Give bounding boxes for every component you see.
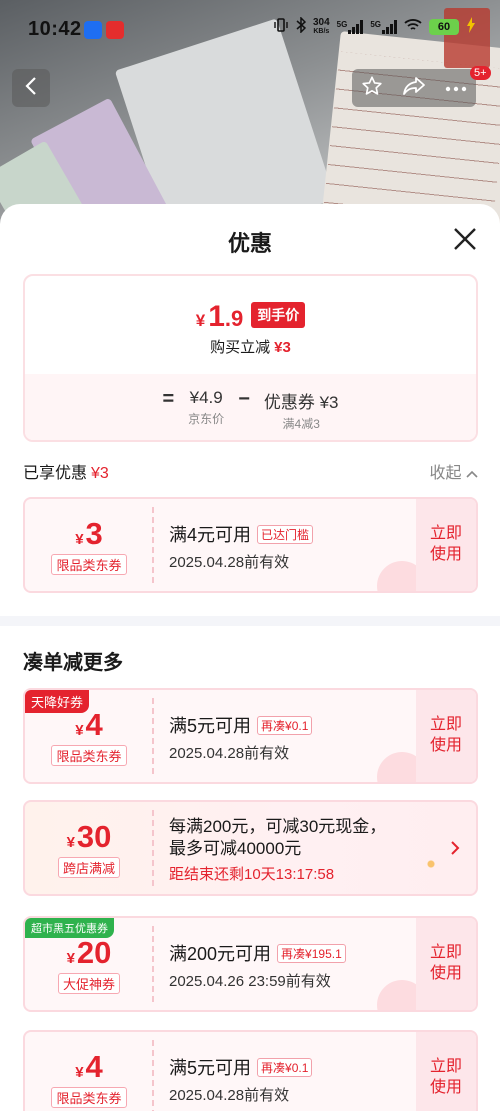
section-title: 凑单减更多 — [23, 652, 123, 674]
collapse-label: 收起 — [429, 465, 462, 482]
equals-sign: = — [162, 388, 175, 410]
promo-amount: ¥30 — [66, 818, 112, 854]
coupon-condition: 满4元可用 已达门槛 — [169, 521, 314, 547]
share-icon[interactable] — [402, 75, 426, 102]
vibrate-icon — [273, 18, 289, 35]
wifi-icon — [404, 18, 422, 35]
coupon-card: ¥4 限品类东券 满5元可用 再凑¥0.1 2025.04.28前有效 立即 使用 — [23, 1030, 478, 1111]
status-icons: 304 KB/s 5G 5G 60 — [273, 16, 476, 36]
final-price-tag: 到手价 — [251, 302, 306, 328]
price-decimal: .9 — [224, 306, 244, 331]
app-notification-icon — [84, 21, 102, 39]
coupon-validity: 2025.04.28前有效 — [169, 554, 290, 571]
battery-icon: 60 — [429, 18, 459, 35]
enjoyed-value: ¥3 — [91, 465, 109, 482]
coupon-corner-badge: 天降好券 — [25, 690, 90, 713]
base-price-label: 京东价 — [188, 412, 225, 426]
minus-sign: − — [238, 388, 250, 410]
charging-icon — [466, 17, 476, 36]
coupon-amount: ¥4 — [75, 1048, 103, 1084]
instant-discount: 购买立减 ¥3 — [25, 336, 476, 357]
net-speed: 304 — [312, 17, 330, 28]
signal-icon — [382, 19, 397, 34]
chevron-right-icon — [450, 840, 460, 861]
currency-symbol: ¥ — [195, 311, 206, 330]
base-price: ¥4.9 — [189, 388, 223, 407]
coupon-type: 大促神券 — [57, 972, 120, 994]
coupon-status-chip: 再凑¥0.1 — [257, 1057, 313, 1077]
coupon-type: 限品类东券 — [51, 1086, 127, 1108]
status-time: 10:42 — [28, 18, 82, 40]
enjoyed-label: 已享优惠 — [23, 465, 88, 482]
coupon-validity: 2025.04.28前有效 — [169, 1087, 290, 1104]
coupon-card: ¥4 限品类东券 天降好券 满5元可用 再凑¥0.1 2025.04.28前有效… — [23, 688, 478, 784]
net-speed-unit: KB/s — [313, 28, 330, 35]
promo-desc: 每满200元，可减30元现金， — [169, 817, 387, 836]
price-summary: ¥ 1 .9 到手价 购买立减 ¥3 = ¥4.9 京东价 − 优惠券 ¥3 满4… — [23, 274, 478, 442]
close-button[interactable] — [452, 226, 478, 252]
coupon-corner-badge: 超市黑五优惠券 — [25, 918, 114, 938]
signal-type: 5G — [336, 19, 348, 29]
promo-desc: 最多可减40000元 — [169, 839, 302, 859]
coupon-status-chip: 再凑¥0.1 — [257, 715, 313, 735]
use-now-button[interactable]: 立即 使用 — [416, 499, 476, 591]
coupon-status-chip: 再凑¥195.1 — [277, 943, 346, 963]
price-integer: 1 — [208, 300, 225, 333]
status-bar: 10:42 304 KB/s 5G 5G 60 — [0, 0, 500, 62]
final-price: ¥ 1 .9 到手价 — [25, 300, 476, 334]
favorite-star-icon[interactable] — [361, 75, 383, 102]
coupon-amount: ¥20 — [66, 934, 112, 970]
coupon-validity: 2025.04.26 23:59前有效 — [169, 973, 331, 990]
instant-discount-value: ¥3 — [274, 339, 291, 356]
coupon-type: 限品类东券 — [51, 553, 127, 575]
use-now-button[interactable]: 立即 使用 — [416, 690, 476, 782]
coupon-validity: 2025.04.28前有效 — [169, 745, 290, 762]
back-button[interactable] — [12, 69, 50, 107]
more-icon[interactable] — [445, 79, 467, 97]
promo-type: 跨店满减 — [57, 856, 120, 878]
sheet-title: 优惠 — [227, 231, 272, 256]
use-now-button[interactable]: 立即 使用 — [416, 1032, 476, 1111]
coupon-status-chip: 已达门槛 — [257, 524, 314, 544]
coupon-amount: ¥3 — [75, 515, 103, 551]
chevron-up-icon — [466, 465, 478, 482]
coupon-condition: 满5元可用 再凑¥0.1 — [169, 1054, 313, 1080]
signal-icon — [348, 19, 364, 34]
signal-type: 5G — [370, 19, 381, 29]
cross-store-promo[interactable]: ¥30 跨店满减 每满200元，可减30元现金， 最多可减40000元 距结束还… — [23, 800, 478, 896]
discount-sheet: 优惠 ¥ 1 .9 到手价 购买立减 ¥3 = ¥4.9 京东价 − 优惠券 ¥… — [0, 204, 500, 1111]
coupon-condition: 满200元可用 再凑¥195.1 — [169, 940, 346, 966]
collapse-toggle[interactable]: 收起 — [430, 459, 478, 483]
chevron-left-icon — [24, 76, 38, 101]
coupon-type: 限品类东券 — [51, 744, 127, 766]
instant-discount-label: 购买立减 — [210, 339, 271, 356]
coupon-rule: 满4减3 — [282, 417, 320, 431]
use-now-button[interactable]: 立即 使用 — [416, 918, 476, 1010]
app-notification-icon — [106, 21, 124, 39]
enjoyed-discount: 已享优惠 ¥3 — [23, 459, 109, 483]
sparkle-icon — [411, 844, 451, 884]
header-actions — [352, 69, 476, 107]
bluetooth-icon — [296, 16, 307, 36]
promo-countdown: 距结束还剩10天13:17:58 — [169, 866, 335, 884]
price-breakdown: = ¥4.9 京东价 − 优惠券 ¥3 满4减3 — [25, 388, 476, 432]
close-icon — [452, 228, 478, 256]
coupon-card: ¥3 限品类东券 满4元可用 已达门槛 2025.04.28前有效 立即 使用 — [23, 497, 478, 593]
coupon-discount: 优惠券 ¥3 — [263, 393, 339, 412]
section-divider — [0, 616, 500, 626]
coupon-condition: 满5元可用 再凑¥0.1 — [169, 712, 313, 738]
coupon-card: ¥20 大促神券 超市黑五优惠券 满200元可用 再凑¥195.1 2025.0… — [23, 916, 478, 1012]
message-badge: 5+ — [470, 66, 491, 80]
